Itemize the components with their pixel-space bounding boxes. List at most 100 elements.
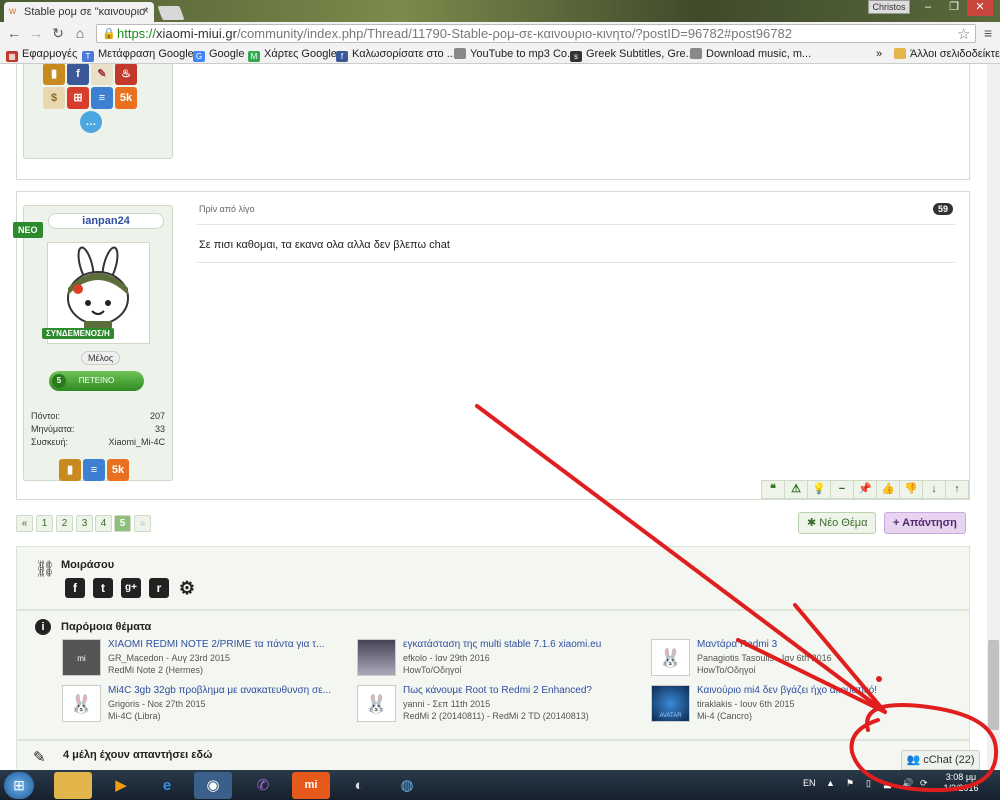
arrow-down-icon[interactable]: ↓ [922, 480, 946, 499]
url-host: xiaomi-miui.gr [156, 26, 237, 41]
bookmark-youtube-mp3[interactable]: YouTube to mp3 Co... [454, 48, 576, 60]
arrow-up-icon[interactable]: ↑ [945, 480, 969, 499]
pagination-page-1[interactable]: 1 [36, 515, 53, 532]
tab-title: Stable ρομ σε "καινουριο' [24, 6, 148, 18]
post-body: Σε πισι καθομαι, τα εκανα ολα αλλα δεν β… [199, 239, 450, 251]
menu-icon[interactable]: ≡ [984, 25, 992, 41]
money-badge-icon: $ [43, 87, 65, 109]
settings-gear-icon[interactable]: ⚙ [177, 578, 197, 598]
bookmarks-more-button[interactable]: » [876, 48, 882, 60]
post-number-badge[interactable]: 59 [932, 203, 953, 215]
minimize-icon[interactable]: ‒ [915, 0, 941, 16]
browser-tab[interactable]: ᴡ Stable ρομ σε "καινουριο' × [4, 2, 154, 22]
post-toolbar: ❝ ⚠ 💡 − 📌 👍 👎 ↓ ↑ [761, 480, 969, 499]
apps-icon: ▦ [6, 51, 18, 62]
avatar-thumbnail: AVATAR [651, 685, 690, 722]
googleplus-share-icon[interactable]: g+ [121, 578, 141, 598]
twitter-share-icon[interactable]: t [93, 578, 113, 598]
cchat-button[interactable]: 👥 cChat (22) [901, 750, 980, 770]
network-globe-icon[interactable]: ◍ [388, 772, 426, 799]
bookmark-greek-subtitles[interactable]: s Greek Subtitles, Gre... [570, 48, 695, 62]
media-player-icon[interactable]: ▶ [102, 772, 140, 799]
dislike-icon[interactable]: 👎 [899, 480, 923, 499]
pagination-page-current[interactable]: 5 [114, 515, 131, 532]
like-icon[interactable]: 👍 [876, 480, 900, 499]
window-controls: ‒ ❐ ✕ [915, 0, 1000, 16]
similar-threads-title: Παρόμοια θέματα [61, 621, 152, 633]
greek-flag-badge-icon: ≡ [91, 87, 113, 109]
other-bookmarks-folder[interactable]: Άλλοι σελιδοδείκτες [894, 48, 1000, 60]
action-center-icon[interactable]: ⚑ [846, 778, 854, 789]
mi-pc-suite-icon[interactable]: mi [292, 772, 330, 799]
s4f-icon: s [570, 51, 582, 62]
new-topic-button[interactable]: ✱ Νέο Θέμα [798, 512, 877, 534]
back-icon[interactable]: ← [6, 25, 22, 41]
app-icon[interactable]: ◐ [340, 772, 378, 799]
network-icon[interactable]: ▂ [884, 778, 891, 789]
start-button[interactable]: ⊞ [4, 772, 34, 799]
home-icon[interactable]: ⌂ [72, 25, 88, 41]
close-window-icon[interactable]: ✕ [967, 0, 993, 16]
address-bar[interactable]: 🔒 https://xiaomi-miui.gr/community/index… [96, 24, 976, 43]
bookmark-translate[interactable]: T Μετάφραση Google [82, 48, 194, 62]
bookmark-download-music[interactable]: Download music, m... [690, 48, 811, 60]
taskbar-clock[interactable]: 3:08 μμ 1/2/2016 [941, 772, 981, 794]
facebook-icon: f [336, 51, 348, 62]
link-icon: ⛓ [35, 561, 56, 578]
page-icon [454, 48, 466, 59]
facebook-share-icon[interactable]: f [65, 578, 85, 598]
file-explorer-icon[interactable] [54, 772, 92, 799]
battery-icon[interactable]: ▯ [866, 778, 871, 789]
bookmark-google[interactable]: G Google [193, 48, 244, 62]
quote-icon[interactable]: ❝ [761, 480, 785, 499]
post-time[interactable]: Πρίν από λίγο [199, 204, 255, 214]
pagination-page-2[interactable]: 2 [56, 515, 73, 532]
bookmark-facebook[interactable]: f Καλωσορίσατε στο ... [336, 48, 456, 62]
pagination-page-4[interactable]: 4 [95, 515, 112, 532]
bookmark-apps[interactable]: ▦ Εφαρμογές [6, 48, 77, 62]
plus-icon: ✱ [807, 517, 820, 529]
award-icon: ▮ [43, 64, 65, 85]
chat-badge-icon: … [80, 111, 102, 133]
reply-button[interactable]: + Απάντηση [884, 512, 966, 534]
tab-close-icon[interactable]: × [143, 5, 149, 17]
bookmark-maps[interactable]: M Χάρτες Google [248, 48, 337, 62]
post-username[interactable]: ianpan24 [48, 213, 164, 229]
pagination-prev[interactable]: « [16, 515, 33, 532]
sync-icon[interactable]: ⟳ [920, 778, 928, 789]
bookmarks-bar: ▦ Εφαρμογές T Μετάφραση Google G Google M Χά… [0, 44, 1000, 64]
internet-explorer-icon[interactable]: e [148, 772, 186, 799]
scrollbar-thumb[interactable] [988, 640, 999, 730]
new-tab-button[interactable] [157, 6, 185, 20]
pagination-next[interactable]: » [134, 515, 151, 532]
volume-icon[interactable]: 🔊 [902, 778, 913, 789]
rank-number: 5 [52, 374, 66, 388]
pin-icon[interactable]: 📌 [853, 480, 877, 499]
info-icon: i [35, 619, 51, 635]
lock-icon: 🔒 [102, 28, 116, 40]
pagination-page-3[interactable]: 3 [76, 515, 93, 532]
minus-icon[interactable]: − [830, 480, 854, 499]
bookmark-star-icon[interactable]: ☆ [957, 25, 970, 43]
reddit-share-icon[interactable]: r [149, 578, 169, 598]
user-rank-badge: 5 ΠΕΤΕΙΝΟ [49, 371, 144, 391]
language-indicator[interactable]: EN [803, 778, 816, 788]
greek-flag-badge-icon: ≡ [83, 459, 105, 481]
reload-icon[interactable]: ↻ [50, 25, 66, 41]
idea-icon[interactable]: 💡 [807, 480, 831, 499]
forum-post: ianpan24 ΝΕΟ ΣΥΝΔΕΜΕΝΟΣ/Η Μέλος 5 ΠΕΤΕΙΝΟ… [13, 191, 970, 500]
report-icon[interactable]: ⚠ [784, 480, 808, 499]
stat-device: Συσκευή: Xiaomi_Mi-4C [31, 437, 165, 447]
pencil-badge-icon: ✎ [91, 64, 113, 85]
viber-icon[interactable]: ✆ [244, 772, 282, 799]
replied-members-title: 4 μέλη έχουν απαντήσει εδώ [63, 749, 213, 761]
chrome-icon[interactable]: ◉ [194, 772, 232, 799]
stat-messages: Μηνύματα: 33 [31, 424, 165, 434]
tray-expand-icon[interactable]: ▲ [826, 778, 835, 788]
previous-post: ▮ f ✎ ♨ $ ⊞ ≡ 5k … [16, 64, 970, 180]
mi-bunny-thumbnail-icon: 🐰 [651, 639, 690, 676]
users-icon: 👥 [906, 754, 924, 766]
forward-icon[interactable]: → [28, 25, 44, 41]
maximize-icon[interactable]: ❐ [941, 0, 967, 16]
profile-button[interactable]: Christos [868, 0, 910, 14]
